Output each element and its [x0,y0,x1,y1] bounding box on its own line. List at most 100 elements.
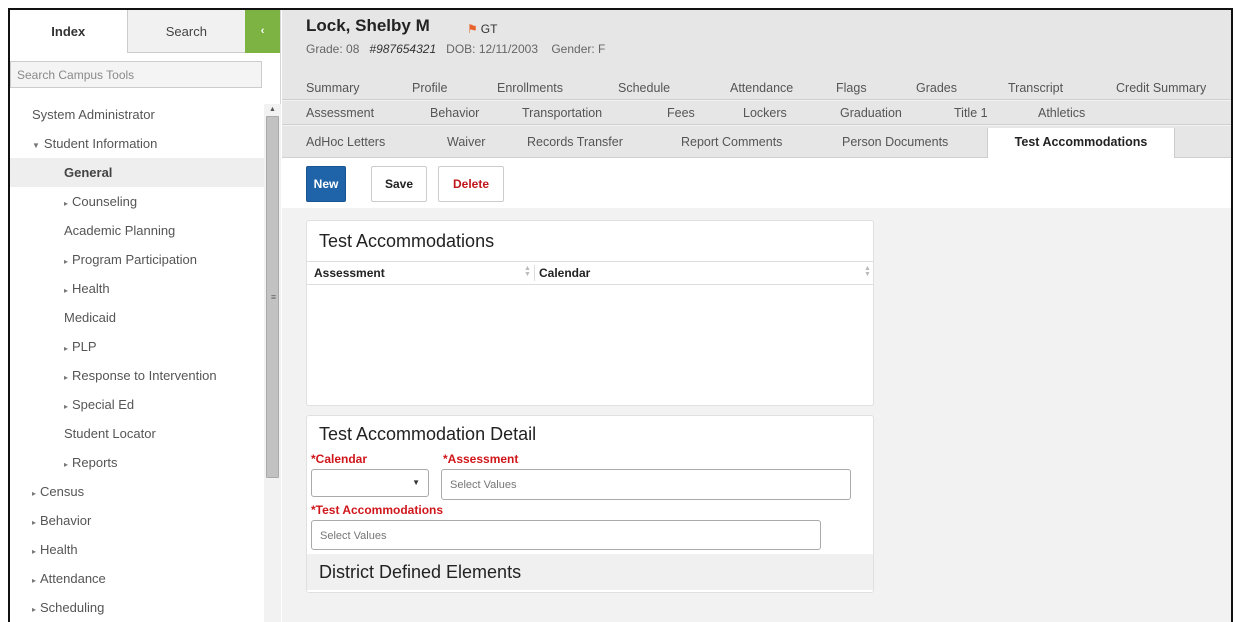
tab-profile[interactable]: Profile [412,76,447,100]
tab-waiver[interactable]: Waiver [447,130,485,154]
dropdown-arrow-icon: ▼ [412,478,420,487]
sidebar-item-census[interactable]: ▸ Census [10,477,265,506]
sidebar-item-label: Attendance [40,571,106,586]
sidebar-item-plp[interactable]: ▸ PLP [10,332,265,361]
tab-credit-summary[interactable]: Credit Summary [1116,76,1206,100]
navigation-tree: System Administrator ▼ Student Informatio… [10,100,265,622]
column-divider [534,265,535,281]
tab-adhoc-letters[interactable]: AdHoc Letters [306,130,385,154]
grip-icon: ≡ [270,292,277,302]
sidebar-item-label: Student Information [43,136,158,151]
tab-transportation[interactable]: Transportation [522,101,602,125]
tab-attendance[interactable]: Attendance [730,76,793,100]
student-id: #987654321 [369,42,437,56]
sidebar-item-special-ed[interactable]: ▸ Special Ed [10,390,265,419]
sidebar-item-attendance[interactable]: ▸ Attendance [10,564,265,593]
sidebar-item-label: Special Ed [72,397,135,412]
flag-icon: ⚑ [467,22,478,36]
tab-transcript[interactable]: Transcript [1008,76,1063,100]
sidebar-item-label: Census [40,484,85,499]
test-accommodations-multiselect[interactable]: Select Values [311,520,821,550]
sort-icon[interactable]: ▲ ▼ [524,265,531,278]
sidebar-item-response-to-intervention[interactable]: ▸ Response to Intervention [10,361,265,390]
collapsed-triangle-icon: ▸ [64,199,69,208]
scrollbar-thumb[interactable]: ≡ [266,116,279,478]
tab-summary[interactable]: Summary [306,76,359,100]
sidebar-item-health-top[interactable]: ▸ Health [10,535,265,564]
app-frame: Index Search ‹ System Administrator ▼Stu… [8,8,1233,622]
sidebar-item-label: Counseling [72,194,138,209]
student-gender: Gender: F [551,42,606,56]
district-defined-elements-section[interactable]: District Defined Elements [307,554,873,590]
tab-records-transfer[interactable]: Records Transfer [527,130,623,154]
tab-fees[interactable]: Fees [667,101,695,125]
assessment-placeholder: Select Values [450,479,517,491]
sidebar-item-label: General [64,165,113,180]
sidebar-item-label: System Administrator [32,107,155,122]
column-header-calendar[interactable]: Calendar [539,262,590,284]
sidebar-item-system-administrator[interactable]: System Administrator [10,100,265,129]
tab-test-accommodations[interactable]: Test Accommodations [987,128,1175,158]
tab-person-documents[interactable]: Person Documents [842,130,948,154]
tab-title-1[interactable]: Title 1 [954,101,988,125]
panel-title: Test Accommodation Detail [319,424,537,444]
sort-icon[interactable]: ▲ ▼ [864,265,871,278]
scroll-up-arrow-icon[interactable]: ▲ [264,104,281,116]
sidebar-item-reports[interactable]: ▸ Reports [10,448,265,477]
new-button[interactable]: New [306,166,346,202]
save-button[interactable]: Save [371,166,427,202]
collapsed-triangle-icon: ▸ [64,373,69,382]
collapsed-triangle-icon: ▸ [32,605,37,614]
sidebar-item-health[interactable]: ▸ Health [10,274,265,303]
column-header-assessment[interactable]: Assessment [314,262,385,284]
search-campus-tools-input[interactable] [10,61,262,88]
collapse-sidebar-icon[interactable]: ‹ [245,10,280,53]
student-dob: DOB: 12/11/2003 [446,42,538,56]
sidebar-item-label: Academic Planning [64,223,176,238]
tab-index[interactable]: Index [10,10,128,53]
tab-report-comments[interactable]: Report Comments [681,130,782,154]
student-flag[interactable]: ⚑ GT [467,22,497,36]
tab-behavior[interactable]: Behavior [430,101,479,125]
sidebar-item-counseling[interactable]: ▸ Counseling [10,187,265,216]
sidebar-scrollbar[interactable]: ▲ ≡ [264,104,281,622]
sidebar-item-program-participation[interactable]: ▸ Program Participation [10,245,265,274]
collapsed-triangle-icon: ▸ [64,286,69,295]
sidebar-item-academic-planning[interactable]: Academic Planning [10,216,265,245]
sidebar-item-label: Behavior [40,513,92,528]
tab-search[interactable]: Search [127,10,246,53]
test-accommodations-placeholder: Select Values [320,530,387,542]
tab-enrollments[interactable]: Enrollments [497,76,563,100]
sidebar-item-student-locator[interactable]: Student Locator [10,419,265,448]
tab-lockers[interactable]: Lockers [743,101,787,125]
tab-assessment[interactable]: Assessment [306,101,374,125]
collapsed-triangle-icon: ▸ [32,489,37,498]
tab-athletics[interactable]: Athletics [1038,101,1085,125]
tab-row-1: Summary Profile Enrollments Schedule Att… [282,76,1231,100]
sidebar-item-student-information[interactable]: ▼ Student Information [10,129,265,158]
sidebar-item-label: Student Locator [64,426,156,441]
tab-grades[interactable]: Grades [916,76,957,100]
sidebar-item-general[interactable]: General [10,158,265,187]
tab-graduation[interactable]: Graduation [840,101,902,125]
tab-row-2: Assessment Behavior Transportation Fees … [282,101,1231,125]
collapsed-triangle-icon: ▸ [64,460,69,469]
calendar-select[interactable]: ▼ [311,469,429,497]
student-header: Lock, Shelby M ⚑ GT Grade: 08 #987654321 … [282,10,1231,76]
assessment-multiselect[interactable]: Select Values [441,469,851,500]
main-content: Lock, Shelby M ⚑ GT Grade: 08 #987654321 … [282,10,1231,622]
sidebar-item-behavior[interactable]: ▸ Behavior [10,506,265,535]
sidebar-item-scheduling[interactable]: ▸ Scheduling [10,593,265,622]
expanded-triangle-icon: ▼ [32,141,40,150]
tab-schedule[interactable]: Schedule [618,76,670,100]
assessment-label: *Assessment [443,452,519,466]
tab-flags[interactable]: Flags [836,76,867,100]
sidebar-item-medicaid[interactable]: Medicaid [10,303,265,332]
sidebar-item-label: Response to Intervention [72,368,217,383]
student-info: Grade: 08 #987654321 DOB: 12/11/2003 Gen… [306,42,605,56]
test-accommodations-label: *Test Accommodations [311,503,444,517]
delete-button[interactable]: Delete [438,166,504,202]
test-accommodations-panel: Test Accommodations Assessment ▲ ▼ Calend… [306,220,874,406]
sidebar-item-label: Reports [72,455,118,470]
collapsed-triangle-icon: ▸ [64,257,69,266]
